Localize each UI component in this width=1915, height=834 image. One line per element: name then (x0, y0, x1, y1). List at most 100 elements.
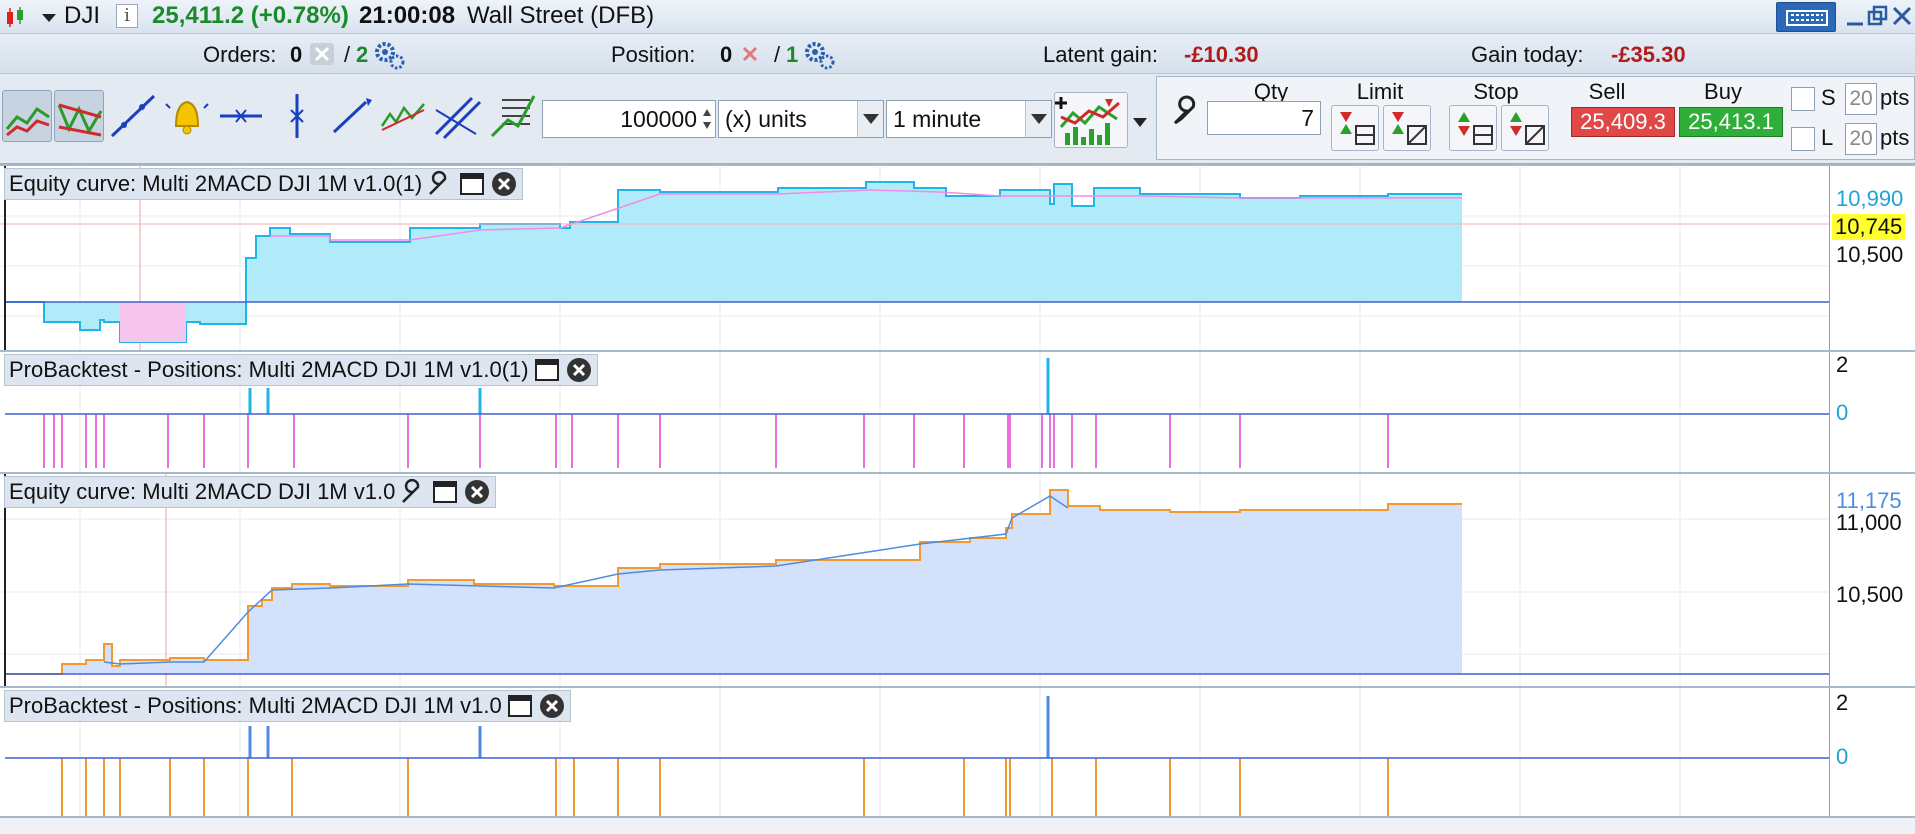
gears-icon[interactable] (372, 40, 406, 70)
orders-label: Orders: (203, 42, 277, 67)
add-indicator-icon[interactable] (1054, 92, 1128, 148)
timeframe-select[interactable]: 1 minute (886, 100, 1052, 138)
limit-buy-button[interactable] (1383, 105, 1431, 151)
bell-icon[interactable] (162, 90, 212, 142)
chevron-down-icon[interactable] (1025, 101, 1051, 137)
cancel-orders-icon[interactable] (310, 43, 334, 65)
long-stop-points-input[interactable]: 20 (1845, 123, 1877, 155)
chevron-down-icon[interactable] (1133, 118, 1147, 127)
line-chart-tool[interactable] (2, 90, 52, 142)
long-stop-label: L (1821, 125, 1834, 150)
panel-title: Equity curve: Multi 2MACD DJI 1M v1.0 (9, 479, 396, 504)
long-stop-points: 20 (1849, 127, 1873, 150)
window-icon[interactable] (506, 692, 534, 720)
ray-tool[interactable] (326, 90, 376, 142)
vertical-line-tool[interactable] (272, 90, 322, 142)
zigzag-tool[interactable] (54, 90, 104, 142)
axis-current-marker: 10,745 (1832, 214, 1906, 240)
buy-price: 25,413.1 (1688, 109, 1774, 134)
window-icon[interactable] (533, 356, 561, 384)
panel-title: Equity curve: Multi 2MACD DJI 1M v1.0(1) (9, 171, 423, 196)
panel-title: ProBacktest - Positions: Multi 2MACD DJI… (9, 357, 529, 382)
panel-title-bar[interactable]: Equity curve: Multi 2MACD DJI 1M v1.0(1) (4, 168, 524, 200)
minimize-icon[interactable] (1844, 2, 1866, 30)
position-auto-value: 1 (786, 42, 799, 67)
position-axis[interactable]: 2 0 (1829, 688, 1915, 816)
stepper-icon[interactable] (701, 105, 713, 133)
short-stop-points-input[interactable]: 20 (1845, 83, 1877, 115)
position-axis[interactable]: 2 0 (1829, 352, 1915, 472)
fibonacci-tool[interactable] (488, 90, 538, 142)
short-stop-label: S (1821, 85, 1836, 110)
chevron-down-icon[interactable] (857, 101, 883, 137)
positions-panel-2[interactable]: ProBacktest - Positions: Multi 2MACD DJI… (0, 686, 1915, 816)
equity-curve-panel-1[interactable]: Equity curve: Multi 2MACD DJI 1M v1.0(1)… (0, 164, 1915, 350)
window-icon[interactable] (458, 170, 486, 198)
close-icon[interactable] (538, 692, 566, 720)
price-axis[interactable]: 11,175 11,000 10,500 (1829, 474, 1915, 686)
price-change: 25,411.2 (+0.78%) (152, 2, 349, 29)
quantity-input[interactable]: 100000 (542, 100, 716, 138)
clock-time: 21:00:08 (359, 2, 456, 29)
quantity-value: 100000 (620, 105, 697, 132)
horizontal-line-tool[interactable] (216, 90, 266, 142)
positions-panel-1[interactable]: ProBacktest - Positions: Multi 2MACD DJI… (0, 350, 1915, 472)
panel-title-bar[interactable]: ProBacktest - Positions: Multi 2MACD DJI… (4, 690, 571, 722)
title-bar: DJI i 25,411.2 (+0.78%) 21:00:08 Wall St… (0, 0, 1915, 34)
sell-price: 25,409.3 (1580, 109, 1666, 134)
sell-button[interactable]: 25,409.3 (1571, 107, 1675, 137)
gears-icon[interactable] (802, 40, 836, 70)
gain-today-label: Gain today: (1471, 42, 1584, 67)
orders-separator: / (344, 42, 351, 67)
close-position-icon[interactable] (738, 43, 762, 65)
limit-sell-button[interactable] (1331, 105, 1379, 151)
close-icon[interactable] (490, 170, 518, 198)
buy-button[interactable]: 25,413.1 (1679, 107, 1783, 137)
window-icon[interactable] (431, 478, 459, 506)
keyboard-icon[interactable] (1776, 2, 1836, 32)
drawing-toolbar: 100000 (x) units 1 minute Qty 7 Limit St… (0, 74, 1915, 164)
axis-label-top: 10,990 (1836, 186, 1904, 211)
buy-label: Buy (1704, 79, 1742, 104)
stop-sell-button[interactable] (1449, 105, 1497, 151)
units-select[interactable]: (x) units (718, 100, 884, 138)
panel-title-bar[interactable]: Equity curve: Multi 2MACD DJI 1M v1.0 (4, 476, 497, 508)
market-name: Wall Street (DFB) (467, 2, 655, 29)
short-stop-points: 20 (1849, 87, 1873, 110)
long-stop-checkbox[interactable] (1791, 127, 1815, 151)
short-stop-checkbox[interactable] (1791, 87, 1815, 111)
wrench-icon[interactable] (399, 478, 427, 506)
axis-label-zero: 0 (1836, 400, 1849, 425)
wrench-icon[interactable] (426, 170, 454, 198)
parallel-lines-tool[interactable] (432, 90, 482, 142)
latent-gain-label: Latent gain: (1043, 42, 1158, 67)
position-separator: / (774, 42, 781, 67)
position-label: Position: (611, 42, 696, 67)
axis-label-zero: 0 (1836, 744, 1849, 769)
trendline-tool[interactable] (108, 90, 158, 142)
price-axis[interactable]: 10,990 10,745 10,500 (1829, 166, 1915, 350)
axis-label-mid: 11,000 (1836, 510, 1902, 535)
restore-icon[interactable] (1866, 2, 1890, 30)
stop-label: Stop (1473, 79, 1519, 104)
close-icon[interactable] (1890, 2, 1914, 30)
symbol-name[interactable]: DJI (64, 2, 100, 30)
qty-input[interactable]: 7 (1207, 101, 1321, 135)
next-panel-strip (0, 816, 1915, 834)
timeframe-value: 1 minute (893, 105, 982, 132)
pts-unit-label: pts (1880, 125, 1910, 150)
candlestick-icon[interactable] (4, 6, 26, 28)
position-value: 0 (720, 42, 733, 67)
stop-buy-button[interactable] (1501, 105, 1549, 151)
info-icon[interactable]: i (116, 4, 138, 28)
equity-curve-panel-2[interactable]: Equity curve: Multi 2MACD DJI 1M v1.0 11… (0, 472, 1915, 686)
units-value: (x) units (725, 105, 807, 132)
wrench-icon[interactable] (1169, 95, 1203, 129)
close-icon[interactable] (463, 478, 491, 506)
close-icon[interactable] (565, 356, 593, 384)
panel-title-bar[interactable]: ProBacktest - Positions: Multi 2MACD DJI… (4, 354, 598, 386)
axis-label-low: 10,500 (1836, 582, 1904, 607)
orders-value: 0 (290, 42, 303, 67)
channel-tool[interactable] (378, 90, 428, 142)
chevron-down-icon[interactable] (42, 14, 56, 22)
